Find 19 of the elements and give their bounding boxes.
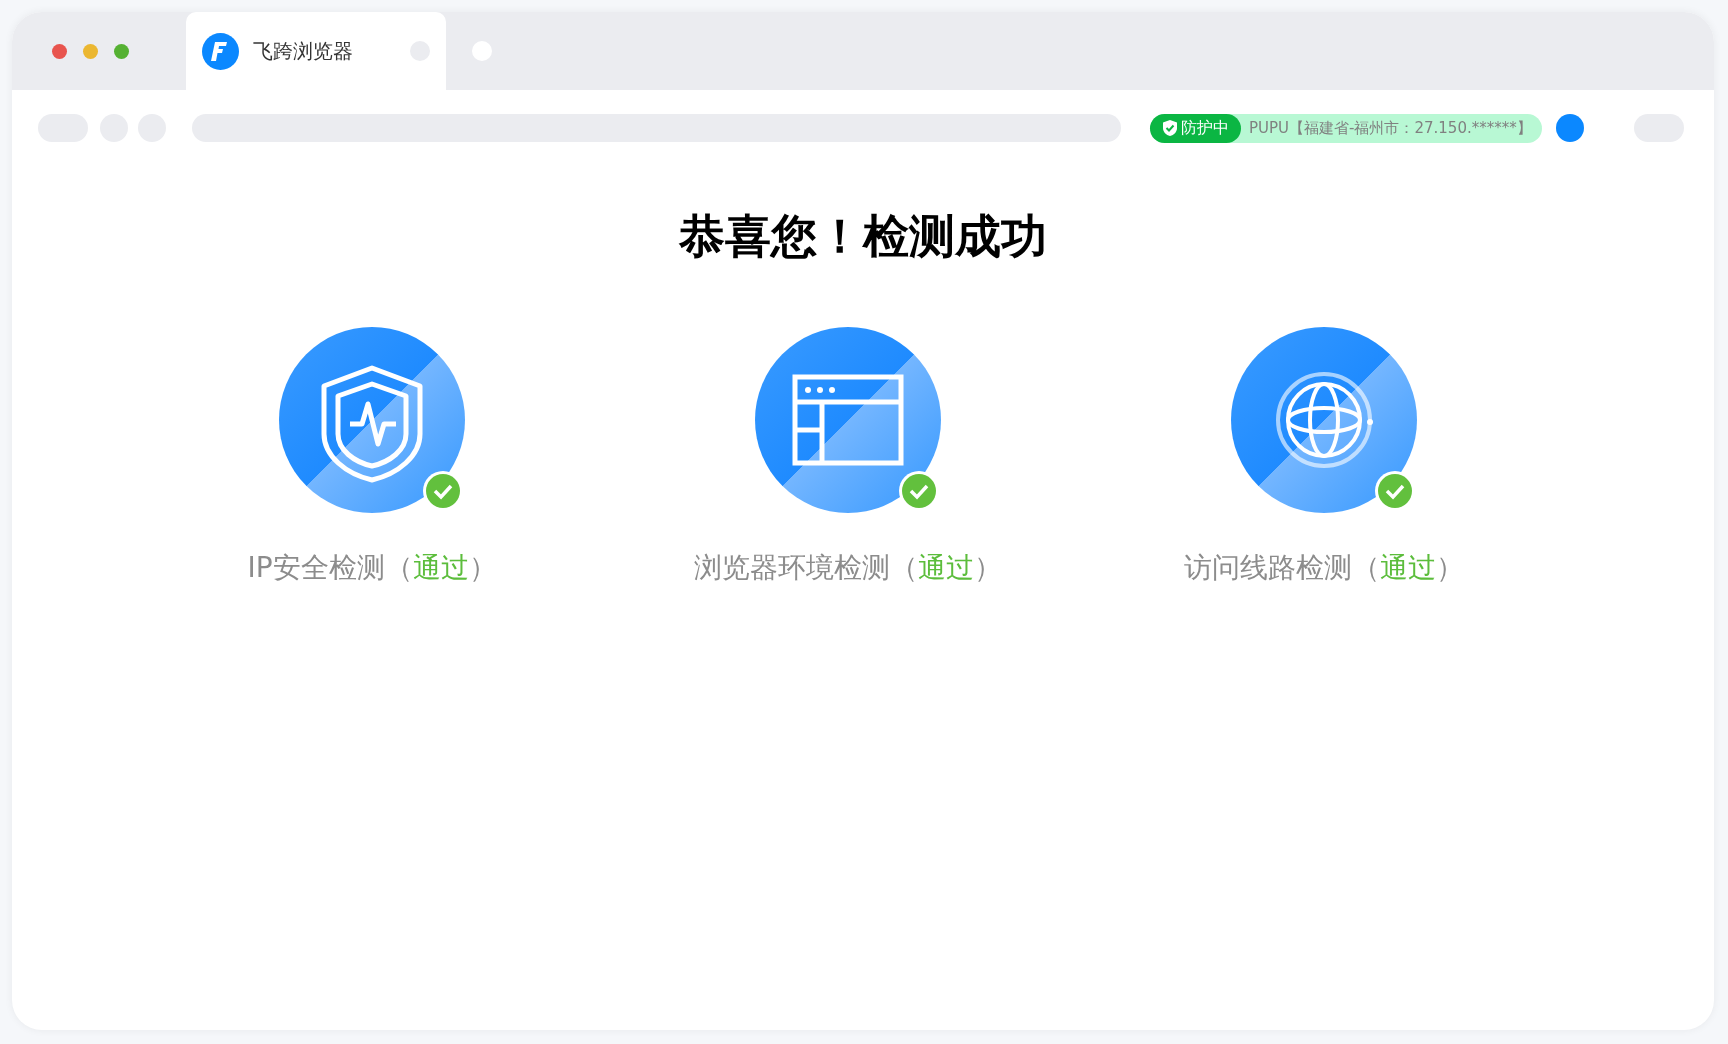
page-heading: 恭喜您！检测成功 [678,208,1048,265]
location-text: PUPU【福建省-福州市：27.150.******】 [1249,117,1532,139]
profile-avatar[interactable] [1555,114,1584,142]
check-label: 访问线路检测（ [1184,550,1380,586]
browser-window-icon [792,374,904,466]
closing-bracket: ） [1436,550,1464,586]
protection-status: 防护中 [1181,117,1229,139]
check-result: 通过 [918,550,974,586]
shield-pulse-icon [320,364,424,484]
closing-bracket: ） [974,550,1002,586]
check-label: 浏览器环境检测（ [694,550,918,586]
tab-title: 飞跨浏览器 [253,38,353,65]
check-result: 通过 [1380,550,1436,586]
browser-tab[interactable]: 飞跨浏览器 [186,12,446,90]
app-logo-icon [202,32,239,70]
closing-bracket: ） [468,550,497,586]
check-result: 通过 [412,550,469,586]
shield-check-icon [1162,119,1178,137]
check-label: IP安全检测（ [247,550,413,586]
